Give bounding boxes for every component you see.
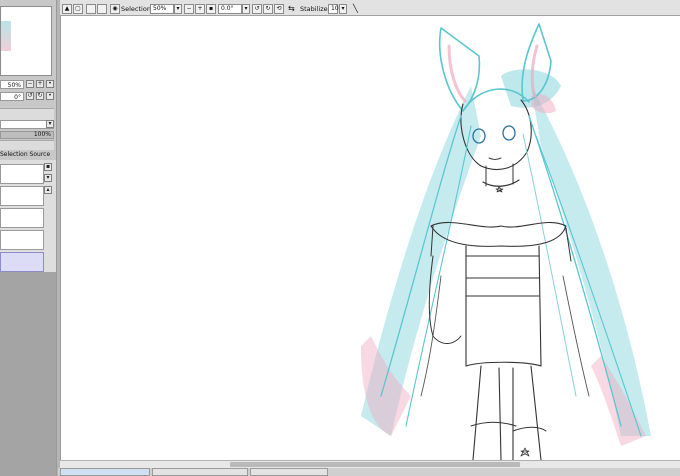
scroll-up-icon[interactable]: ▲ <box>62 4 72 14</box>
flip-icon[interactable]: ⇆ <box>288 4 296 14</box>
layer-list-empty-area <box>0 272 56 476</box>
navigator-thumbnail[interactable] <box>0 6 52 76</box>
layer-item[interactable] <box>0 208 44 228</box>
drawing-canvas[interactable] <box>60 16 680 460</box>
zoom-in-icon[interactable]: + <box>195 4 205 14</box>
left-panel: 50% − + • 0° ↺ ↻ • ▾ 100% Selection Sour… <box>0 0 58 476</box>
selection-label: Selection <box>121 5 151 13</box>
rotate-cw-icon[interactable]: ↻ <box>263 4 273 14</box>
navigator-zoom-field[interactable]: 50% <box>0 80 24 89</box>
zoom-dropdown-icon[interactable]: ▾ <box>174 4 182 14</box>
scrollbar-thumb[interactable] <box>230 462 520 467</box>
rotate-ccw-icon[interactable]: ↺ <box>26 92 34 100</box>
selection-source-label: Selection Source <box>0 151 51 158</box>
panel-divider <box>0 108 54 120</box>
zoom-out-icon[interactable]: − <box>184 4 194 14</box>
zoom-reset-icon[interactable]: • <box>46 80 54 88</box>
layer-item[interactable] <box>0 186 44 206</box>
panel-divider <box>0 140 54 150</box>
zoom-field[interactable]: 50% <box>150 4 174 14</box>
layer-item-selected[interactable] <box>0 252 44 272</box>
deselect-icon[interactable]: ▢ <box>73 4 83 14</box>
selection-clear-icon[interactable] <box>86 4 96 14</box>
document-tabs <box>58 468 680 476</box>
selection-visible-icon[interactable]: ◉ <box>110 4 120 14</box>
document-tab[interactable] <box>250 468 328 476</box>
rotation-field[interactable]: 0.0° <box>218 4 242 14</box>
canvas-toolbar: ▲ ▢ ◉ Selection 50% ▾ − + ▪ 0.0° ▾ ↺ ↻ ⟲… <box>60 0 680 16</box>
rotate-ccw-icon[interactable]: ↺ <box>252 4 262 14</box>
navigator-preview <box>1 21 11 51</box>
document-tab[interactable] <box>60 468 150 476</box>
line-tool-icon[interactable]: ╲ <box>353 4 363 14</box>
layer-item[interactable] <box>0 164 44 184</box>
rotation-reset-icon[interactable]: • <box>46 92 54 100</box>
opacity-bar[interactable]: 100% <box>0 131 54 139</box>
fit-icon[interactable]: ▪ <box>206 4 216 14</box>
new-layer-icon[interactable]: ▪ <box>44 163 52 171</box>
character-sketch <box>361 23 651 460</box>
reset-icon[interactable]: ⟲ <box>274 4 284 14</box>
rotate-cw-icon[interactable]: ↻ <box>36 92 44 100</box>
document-tab[interactable] <box>152 468 248 476</box>
rotation-dropdown-icon[interactable]: ▾ <box>242 4 250 14</box>
chevron-down-icon[interactable]: ▾ <box>46 120 54 128</box>
stabilizer-label: Stabilizer <box>300 5 331 13</box>
zoom-out-icon[interactable]: − <box>26 80 34 88</box>
layer-scroll-icon[interactable]: ▴ <box>44 186 52 194</box>
horizontal-scrollbar[interactable] <box>60 460 680 468</box>
layer-item[interactable] <box>0 230 44 250</box>
selection-invert-icon[interactable] <box>97 4 107 14</box>
layer-options-icon[interactable]: ▾ <box>44 174 52 182</box>
navigator-rotation-field[interactable]: 0° <box>0 92 24 101</box>
stabilizer-dropdown-icon[interactable]: ▾ <box>339 4 347 14</box>
stabilizer-field[interactable]: 10 <box>328 4 339 14</box>
zoom-in-icon[interactable]: + <box>36 80 44 88</box>
